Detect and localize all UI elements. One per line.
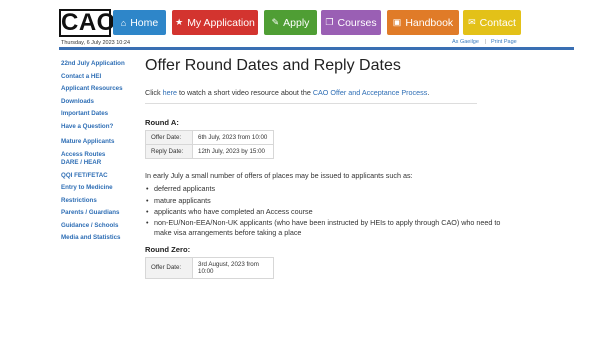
sidebar-item-access-routes[interactable]: Access Routes <box>61 151 139 159</box>
nav-contact-label: Contact <box>479 16 516 29</box>
offer-date-value: 6th July, 2023 from 10:00 <box>192 130 274 145</box>
reply-date-value: 12th July, 2023 by 15:00 <box>192 144 274 159</box>
chat-icon: ✉ <box>468 17 476 27</box>
table-row: Reply Date: 12th July, 2023 by 15:00 <box>145 144 274 159</box>
nav-courses-label: Courses <box>337 16 377 29</box>
sidebar-item-parents-guardians[interactable]: Parents / Guardians <box>61 207 139 220</box>
nav-my-application-label: My Application <box>187 16 255 29</box>
nav-apply-label: Apply <box>283 16 310 29</box>
sidebar-item-entry-to-medicine[interactable]: Entry to Medicine <box>61 182 139 195</box>
list-item: non-EU/Non-EEA/Non-UK applicants (who ha… <box>145 218 515 239</box>
sidebar-item-important-dates[interactable]: Important Dates <box>61 108 139 121</box>
intro-divider <box>145 103 477 104</box>
sidebar-item-restrictions[interactable]: Restrictions <box>61 195 139 208</box>
reply-date-label: Reply Date: <box>145 144 193 159</box>
nav-handbook-button[interactable]: ▣ Handbook <box>387 10 459 35</box>
current-date: Thursday, 6 July 2023 10:24 <box>61 40 130 46</box>
intro-middle: to watch a short video resource about th… <box>176 88 313 97</box>
offer-acceptance-process-link[interactable]: CAO Offer and Acceptance Process <box>313 88 428 97</box>
applicant-type-list: deferred applicants mature applicants ap… <box>145 183 575 239</box>
nav-handbook-label: Handbook <box>405 16 454 29</box>
sidebar-item-22nd-july-application[interactable]: 22nd July Application <box>61 58 139 71</box>
round-a-heading: Round A: <box>145 118 179 127</box>
as-gaeilge-link[interactable]: As Gaeilge <box>452 39 479 45</box>
nav-courses-button[interactable]: ❐ Courses <box>321 10 381 35</box>
intro-text: Click here to watch a short video resour… <box>145 88 575 97</box>
round-a-description: In early July a small number of offers o… <box>145 171 413 180</box>
offer-date-label: Offer Date: <box>145 130 193 145</box>
sidebar-nav: 22nd July Application Contact a HEI Appl… <box>61 58 139 245</box>
video-here-link[interactable]: here <box>163 88 177 97</box>
offer-date-label: Offer Date: <box>145 256 193 279</box>
main-content: Offer Round Dates and Reply Dates Click … <box>145 55 575 279</box>
offer-date-value: 3rd August, 2023 from 10:00 <box>192 256 274 279</box>
util-separator: | <box>485 39 487 45</box>
header-divider <box>59 47 574 50</box>
sidebar-item-mature-applicants[interactable]: Mature Applicants <box>61 136 139 149</box>
sidebar-item-downloads[interactable]: Downloads <box>61 96 139 109</box>
sidebar-item-dare-hear[interactable]: DARE / HEAR <box>61 159 139 167</box>
star-icon: ★ <box>175 17 184 27</box>
nav-home-button[interactable]: ⌂ Home <box>113 10 166 35</box>
sidebar-item-media-and-statistics[interactable]: Media and Statistics <box>61 232 139 245</box>
list-item: applicants who have completed an Access … <box>145 206 575 218</box>
round-a-table: Offer Date: 6th July, 2023 from 10:00 Re… <box>145 130 274 159</box>
sidebar-item-access-routes-group[interactable]: Access Routes DARE / HEAR <box>61 151 139 167</box>
pencil-icon: ✎ <box>271 17 280 27</box>
page-title: Offer Round Dates and Reply Dates <box>145 57 401 74</box>
sidebar-item-have-a-question[interactable]: Have a Question? <box>61 121 139 134</box>
round-zero-heading: Round Zero: <box>145 244 191 254</box>
nav-apply-button[interactable]: ✎ Apply <box>264 10 317 35</box>
nav-contact-button[interactable]: ✉ Contact <box>463 10 521 35</box>
table-row: Offer Date: 6th July, 2023 from 10:00 <box>145 130 274 145</box>
book-icon: ❐ <box>325 17 334 27</box>
cao-logo[interactable]: CAO <box>59 9 115 37</box>
round-zero-table: Offer Date: 3rd August, 2023 from 10:00 <box>145 256 274 279</box>
intro-suffix: . <box>427 88 430 97</box>
nav-my-application-button[interactable]: ★ My Application <box>172 10 258 35</box>
list-item: mature applicants <box>145 195 575 207</box>
home-icon: ⌂ <box>120 17 127 28</box>
briefcase-icon: ▣ <box>392 17 402 27</box>
sidebar-item-qqi-fet-fetac[interactable]: QQI FET/FETAC <box>61 170 139 183</box>
print-page-link[interactable]: Print Page <box>491 39 517 45</box>
table-row: Offer Date: 3rd August, 2023 from 10:00 <box>145 256 274 279</box>
sidebar-item-applicant-resources[interactable]: Applicant Resources <box>61 83 139 96</box>
list-item: deferred applicants <box>145 183 575 195</box>
sidebar-item-guidance-schools[interactable]: Guidance / Schools <box>61 220 139 233</box>
site-header: CAO Thursday, 6 July 2023 10:24 ⌂ Home ★… <box>0 0 600 52</box>
nav-home-label: Home <box>130 16 159 29</box>
sidebar-item-contact-a-hei[interactable]: Contact a HEI <box>61 71 139 84</box>
intro-prefix: Click <box>145 88 163 97</box>
